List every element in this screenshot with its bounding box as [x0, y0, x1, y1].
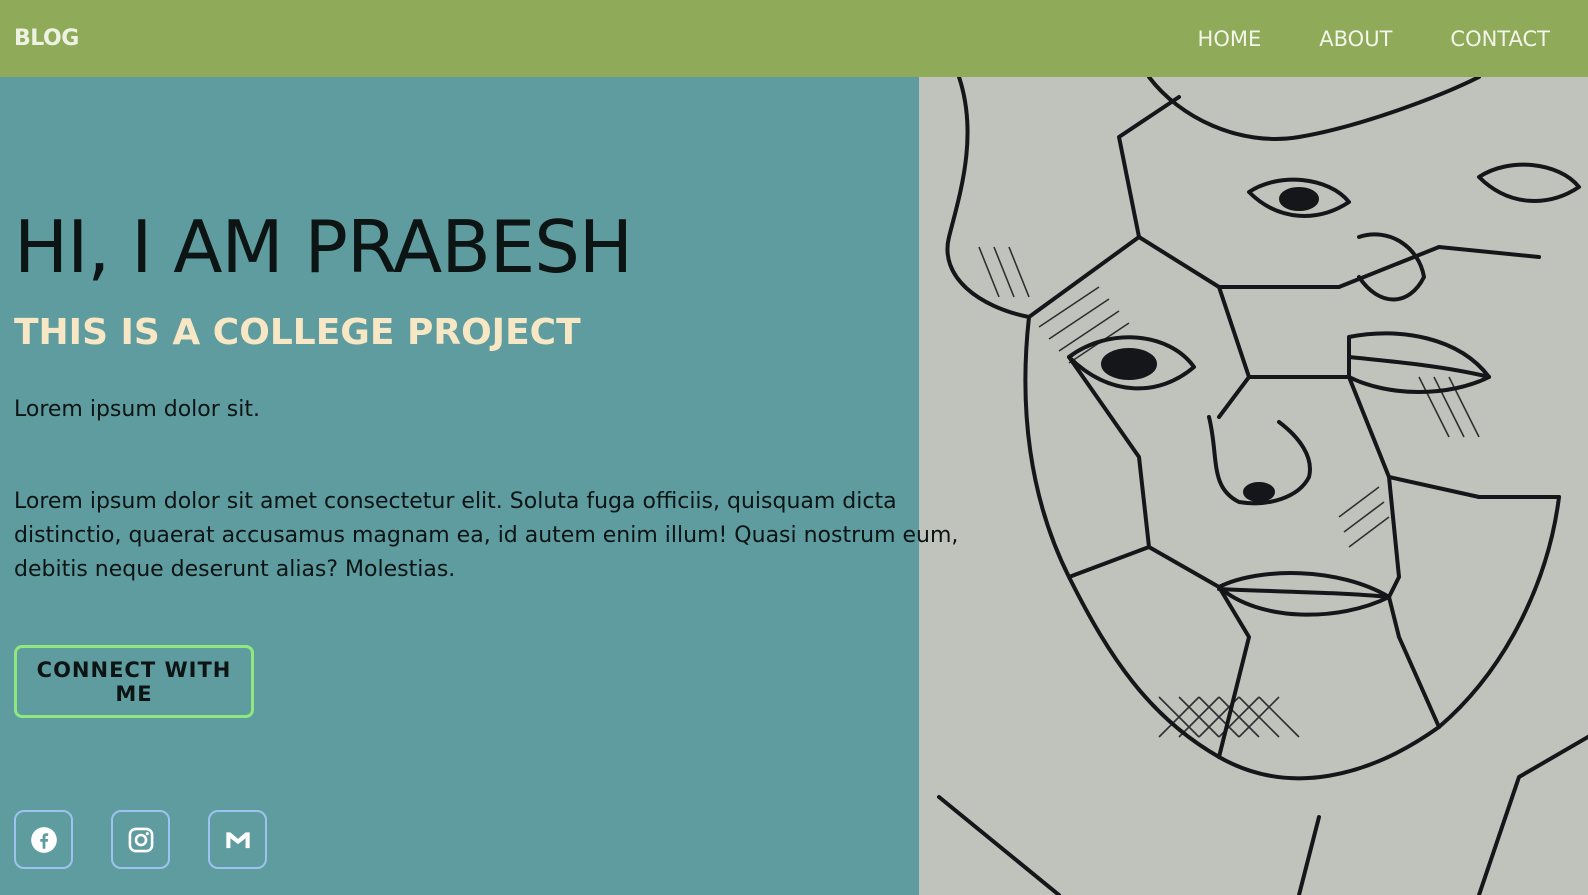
hero-title: HI, I AM PRABESH: [14, 205, 633, 289]
nav-link-home[interactable]: HOME: [1198, 27, 1262, 51]
gmail-icon: [225, 831, 250, 848]
hero-paragraph: Lorem ipsum dolor sit amet consectetur e…: [14, 489, 959, 582]
hero-subtitle: THIS IS A COLLEGE PROJECT: [14, 312, 581, 353]
nav-links: HOME ABOUT CONTACT: [1198, 27, 1550, 51]
instagram-link[interactable]: [111, 810, 170, 869]
connect-with-me-button[interactable]: CONNECT WITH ME: [14, 645, 254, 718]
navbar: BLOG HOME ABOUT CONTACT: [0, 0, 1588, 77]
social-links: [14, 810, 267, 869]
facebook-link[interactable]: [14, 810, 73, 869]
nav-link-contact[interactable]: CONTACT: [1450, 27, 1550, 51]
hero-sketch-image: [919, 77, 1588, 895]
instagram-icon: [128, 827, 153, 852]
nav-link-about[interactable]: ABOUT: [1319, 27, 1392, 51]
facebook-icon: [30, 826, 57, 853]
brand-logo[interactable]: BLOG: [14, 26, 79, 51]
gmail-link[interactable]: [208, 810, 267, 869]
hero-short-text: Lorem ipsum dolor sit.: [14, 397, 260, 422]
